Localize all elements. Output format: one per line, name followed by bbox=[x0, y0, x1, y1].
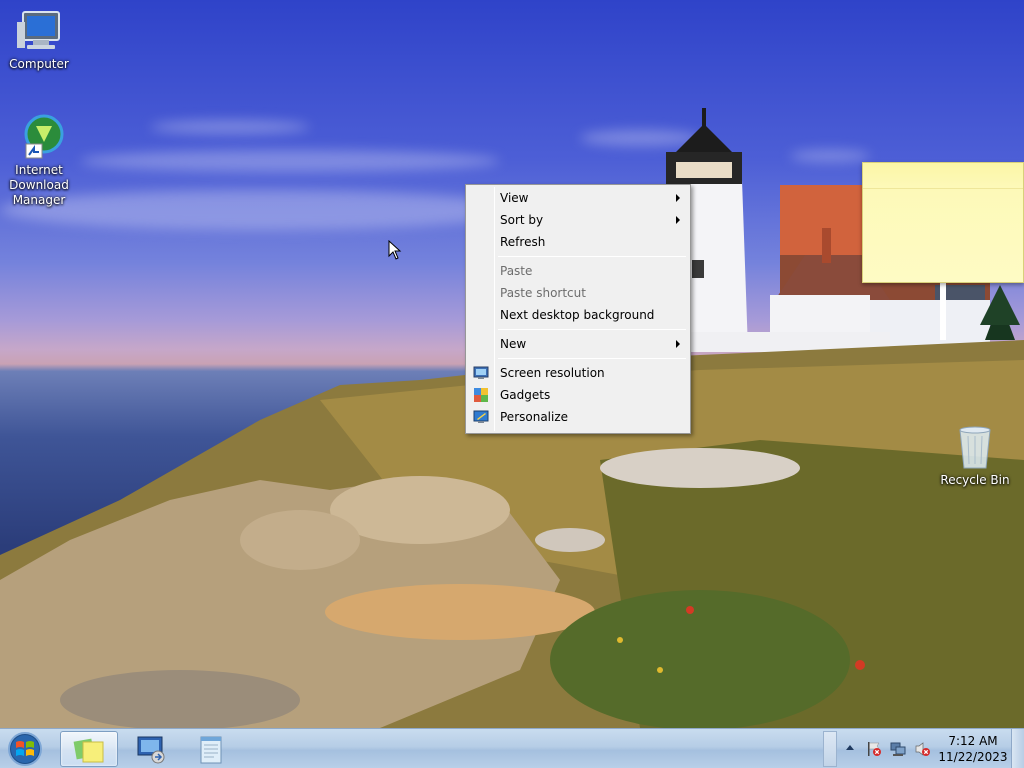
menu-separator bbox=[498, 358, 686, 359]
menu-item-label: Sort by bbox=[500, 213, 544, 227]
menu-item-personalize[interactable]: Personalize bbox=[468, 406, 688, 428]
menu-item-label: Paste shortcut bbox=[500, 286, 586, 300]
menu-item-next-desktop-background[interactable]: Next desktop background bbox=[468, 304, 688, 326]
cloud bbox=[80, 150, 500, 172]
sticky-note[interactable] bbox=[862, 162, 1024, 283]
submenu-arrow-icon bbox=[676, 194, 680, 202]
notepad-icon bbox=[200, 736, 222, 764]
menu-item-label: Screen resolution bbox=[500, 366, 605, 380]
menu-item-label: Next desktop background bbox=[500, 308, 655, 322]
desktop-icon-recycle-bin[interactable]: Recycle Bin bbox=[938, 424, 1012, 488]
personalize-icon bbox=[473, 410, 489, 423]
desktop-icon-label: Internet Download Manager bbox=[9, 163, 69, 207]
computer-icon bbox=[17, 11, 60, 49]
cloud bbox=[150, 120, 310, 134]
menu-item-gadgets[interactable]: Gadgets bbox=[468, 384, 688, 406]
screen-resolution-icon bbox=[473, 366, 489, 379]
internet-download-manager-icon bbox=[24, 114, 64, 159]
desktop-icon-label: Recycle Bin bbox=[940, 473, 1010, 487]
recycle-bin-icon bbox=[959, 426, 991, 469]
system-clock[interactable]: 7:12 AM 11/22/2023 bbox=[938, 733, 1008, 765]
action-center-flag-icon[interactable] bbox=[866, 741, 882, 757]
menu-item-paste: Paste bbox=[468, 260, 688, 282]
taskbar-scroll-button[interactable] bbox=[823, 731, 837, 767]
desktop-context-menu: View Sort by Refresh Paste Paste shortcu… bbox=[465, 184, 691, 434]
sticky-note-title-bar[interactable] bbox=[863, 163, 1023, 189]
taskbar-button-sticky-notes[interactable] bbox=[60, 731, 118, 767]
menu-separator bbox=[498, 256, 686, 257]
taskbar-button-remote-desktop[interactable] bbox=[122, 731, 180, 767]
show-desktop-button[interactable] bbox=[1011, 729, 1024, 768]
cloud bbox=[0, 190, 520, 230]
network-icon[interactable] bbox=[890, 741, 906, 757]
desktop[interactable]: Computer Internet Download Manager Recyc… bbox=[0, 0, 1024, 728]
mouse-cursor-icon bbox=[388, 240, 402, 260]
submenu-arrow-icon bbox=[676, 340, 680, 348]
menu-item-label: Personalize bbox=[500, 410, 569, 424]
taskbar-button-notepad[interactable] bbox=[184, 731, 242, 767]
volume-muted-icon[interactable] bbox=[914, 741, 930, 757]
show-hidden-icons-chevron-icon[interactable] bbox=[846, 745, 854, 750]
menu-item-screen-resolution[interactable]: Screen resolution bbox=[468, 362, 688, 384]
start-button[interactable] bbox=[5, 730, 45, 768]
menu-separator bbox=[498, 329, 686, 330]
desktop-icon-computer[interactable]: Computer bbox=[2, 10, 76, 72]
desktop-icon-internet-download-manager[interactable]: Internet Download Manager bbox=[2, 112, 76, 208]
sticky-notes-icon bbox=[73, 738, 104, 763]
menu-item-sort-by[interactable]: Sort by bbox=[468, 209, 688, 231]
menu-item-label: Paste bbox=[500, 264, 533, 278]
menu-item-label: Refresh bbox=[500, 235, 546, 249]
menu-item-label: Gadgets bbox=[500, 388, 551, 402]
clock-date: 11/22/2023 bbox=[938, 750, 1008, 764]
menu-item-paste-shortcut: Paste shortcut bbox=[468, 282, 688, 304]
remote-desktop-icon bbox=[137, 736, 165, 764]
menu-item-label: View bbox=[500, 191, 529, 205]
menu-item-label: New bbox=[500, 337, 527, 351]
submenu-arrow-icon bbox=[676, 216, 680, 224]
taskbar: 7:12 AM 11/22/2023 bbox=[0, 728, 1024, 768]
menu-item-new[interactable]: New bbox=[468, 333, 688, 355]
menu-item-refresh[interactable]: Refresh bbox=[468, 231, 688, 253]
clock-time: 7:12 AM bbox=[948, 734, 998, 748]
menu-item-view[interactable]: View bbox=[468, 187, 688, 209]
gadgets-icon bbox=[474, 388, 488, 402]
desktop-icon-label: Computer bbox=[9, 57, 69, 71]
